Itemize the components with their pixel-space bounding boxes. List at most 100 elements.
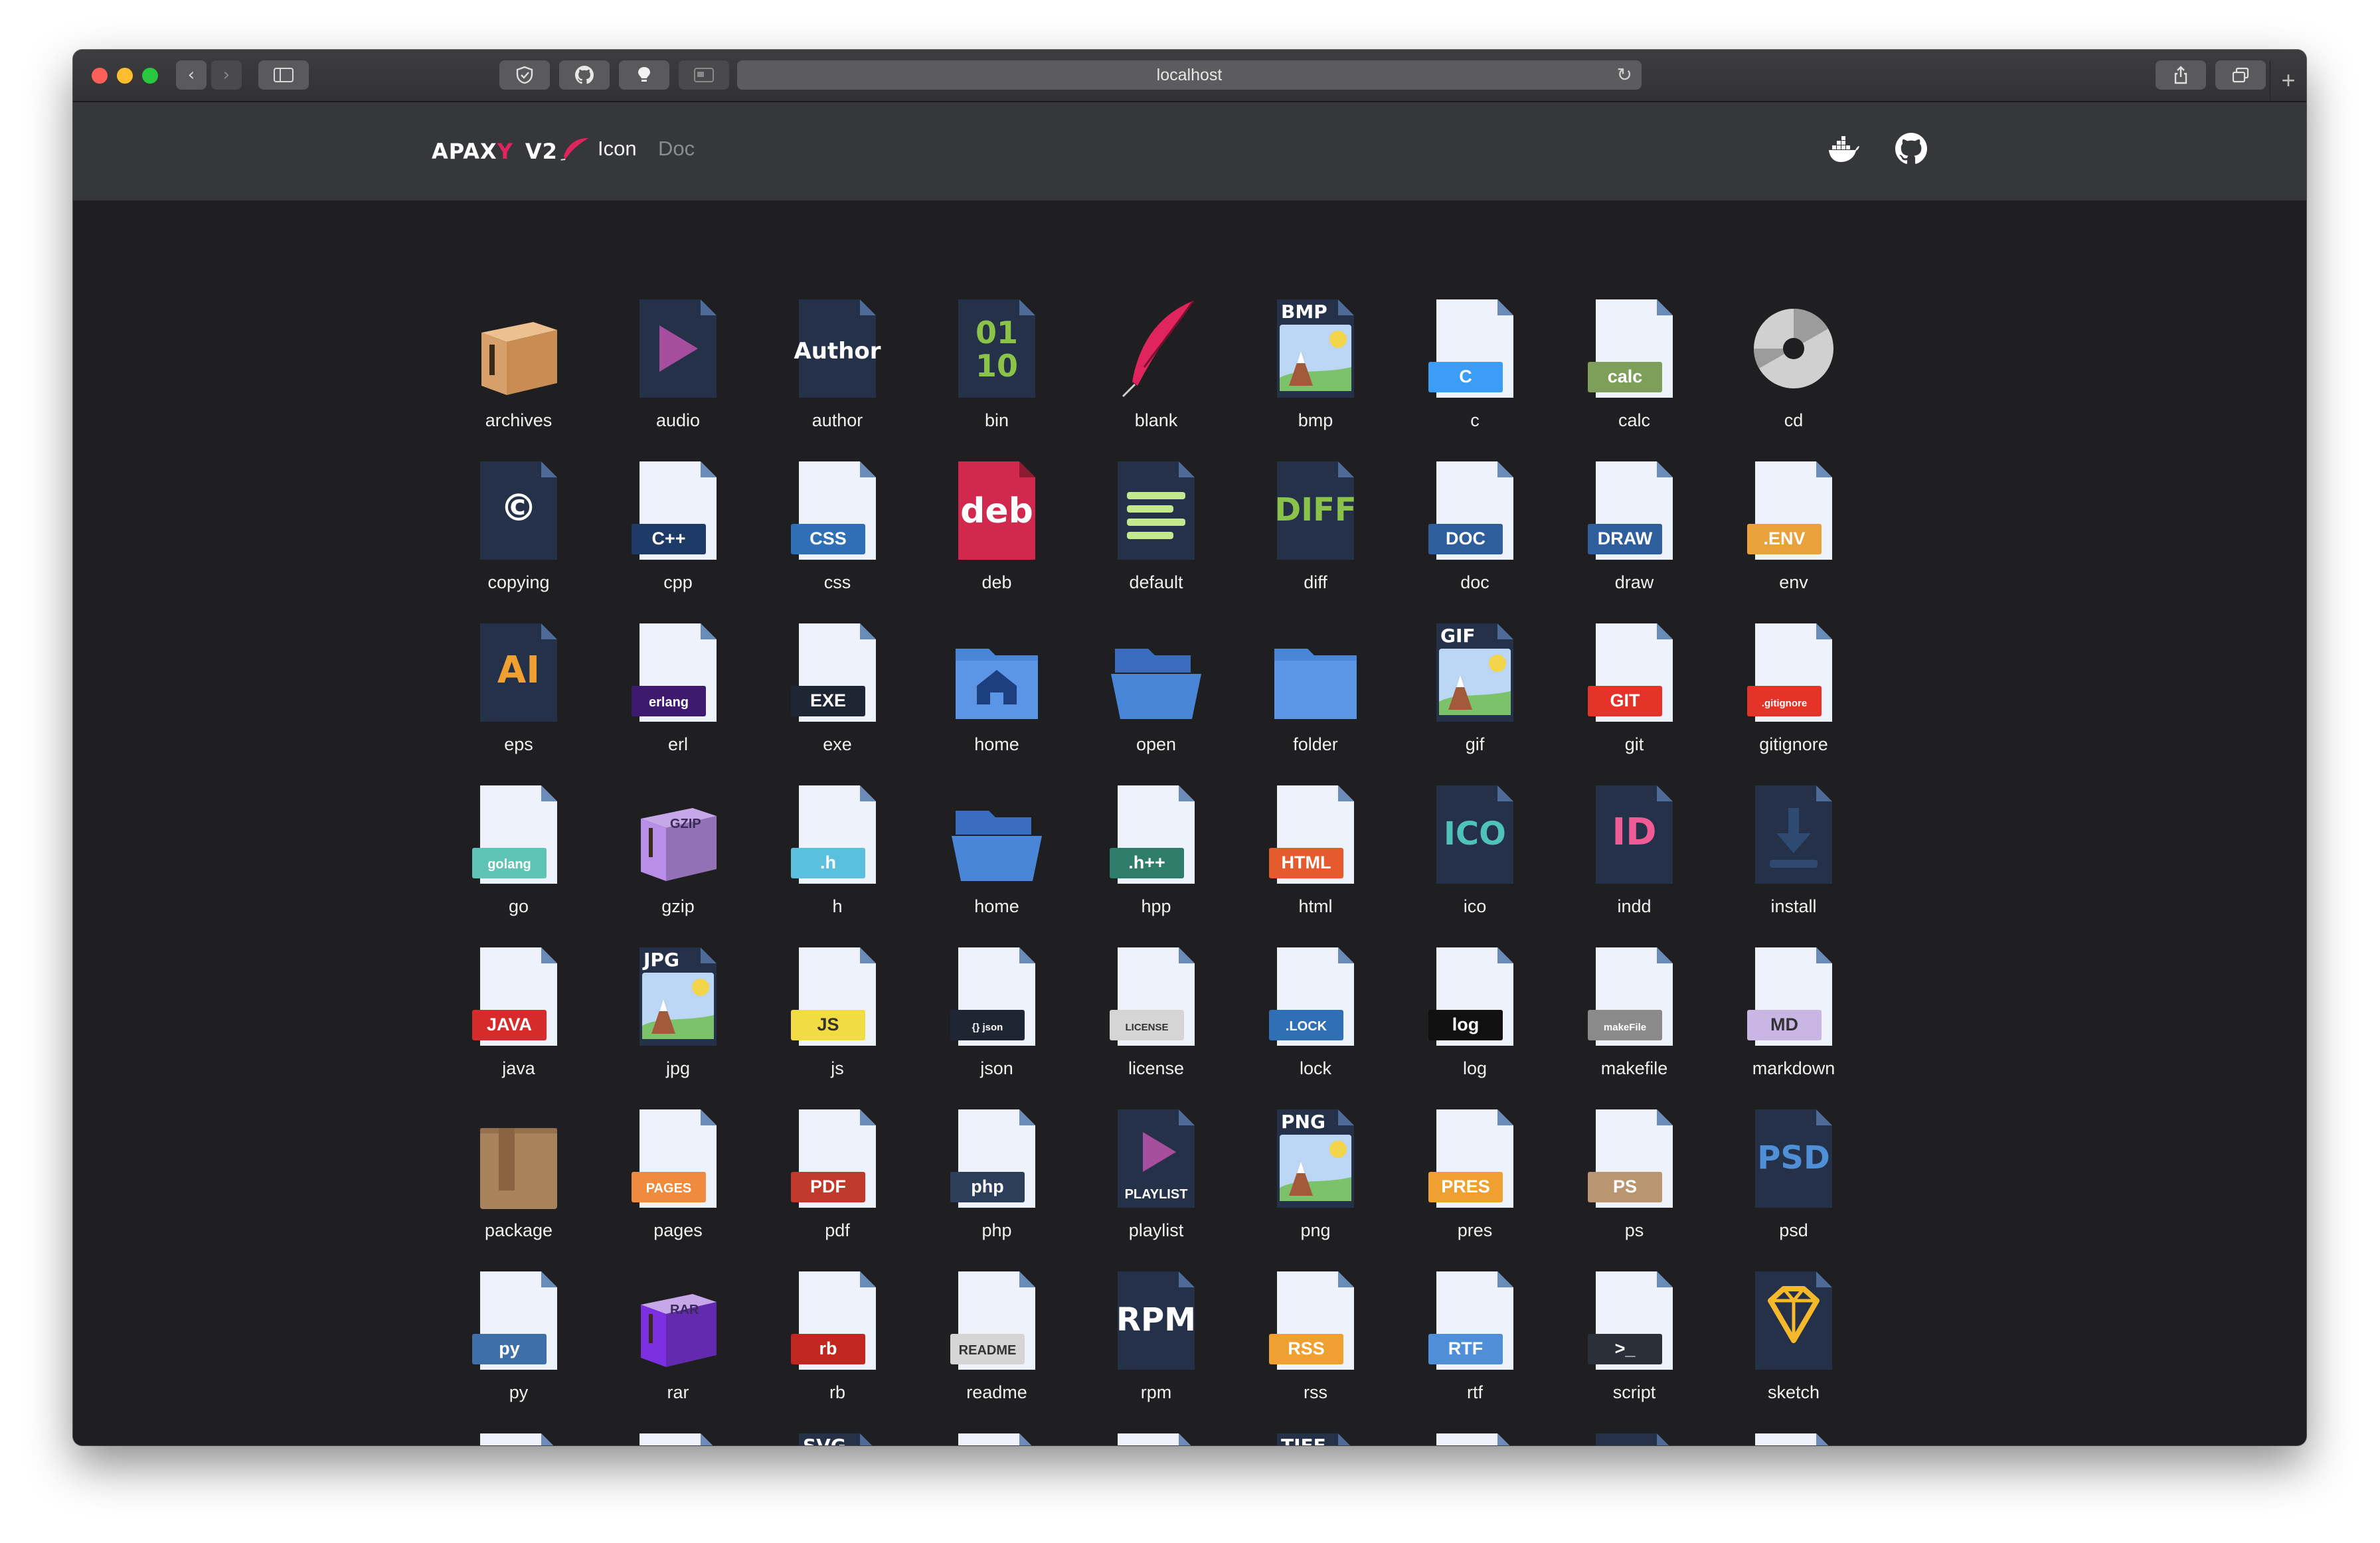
icon-tile-gif[interactable]: GIF gif xyxy=(1395,619,1528,766)
nav-doc-link[interactable]: Doc xyxy=(658,137,695,161)
tabs-overview-icon[interactable] xyxy=(2215,60,2266,90)
chevron-left-icon[interactable]: ‹ xyxy=(176,60,207,90)
close-window-button[interactable] xyxy=(92,68,108,84)
github-extension-icon[interactable] xyxy=(559,60,610,90)
svg-text:RAR: RAR xyxy=(670,1303,699,1317)
icon-tile-cd[interactable]: cd xyxy=(1714,295,1847,442)
icon-tile-hpp[interactable]: .h++ hpp xyxy=(1076,781,1209,928)
icon-tile-jpg[interactable]: JPG jpg xyxy=(598,943,731,1090)
icon-tile-more[interactable] xyxy=(1714,1429,1847,1445)
icon-tile-html[interactable]: HTML html xyxy=(1236,781,1369,928)
icon-tile-pdf[interactable]: PDF pdf xyxy=(758,1105,891,1252)
icon-tile-home[interactable]: home xyxy=(917,781,1050,928)
share-icon[interactable] xyxy=(2156,60,2206,90)
icon-label: pages xyxy=(653,1220,703,1240)
icon-tile-readme[interactable]: README readme xyxy=(917,1267,1050,1414)
icon-tile-more[interactable] xyxy=(598,1429,731,1445)
icon-tile-makefile[interactable]: makeFile makefile xyxy=(1555,943,1687,1090)
icon-tile-home[interactable]: home xyxy=(917,619,1050,766)
icon-tile-php[interactable]: php php xyxy=(917,1105,1050,1252)
icon-tile-ps[interactable]: PS ps xyxy=(1555,1105,1687,1252)
icon-tile-h[interactable]: .h h xyxy=(758,781,891,928)
icon-tile-env[interactable]: .ENV env xyxy=(1714,457,1847,604)
nav-icon-link[interactable]: Icon xyxy=(598,137,637,161)
reload-icon[interactable]: ↻ xyxy=(1617,64,1632,86)
icon-tile-ico[interactable]: ICO ico xyxy=(1395,781,1528,928)
icon-tile-js[interactable]: JS js xyxy=(758,943,891,1090)
icon-tile-package[interactable]: package xyxy=(439,1105,572,1252)
icon-label: pres xyxy=(1457,1220,1493,1240)
icon-label: archives xyxy=(485,410,552,430)
icon-tile-bin[interactable]: 01 10 bin xyxy=(917,295,1050,442)
lightbulb-icon[interactable] xyxy=(619,60,669,90)
icon-tile-rar[interactable]: RAR rar xyxy=(598,1267,731,1414)
icon-tile-pres[interactable]: PRES pres xyxy=(1395,1105,1528,1252)
minimize-window-button[interactable] xyxy=(117,68,133,84)
icon-tile-playlist[interactable]: PLAYLIST playlist xyxy=(1076,1105,1209,1252)
icon-tile-psd[interactable]: PSD psd xyxy=(1714,1105,1847,1252)
icon-tile-rtf[interactable]: RTF rtf xyxy=(1395,1267,1528,1414)
icon-tile-git[interactable]: GIT git xyxy=(1555,619,1687,766)
icon-tile-deb[interactable]: deb deb xyxy=(917,457,1050,604)
docker-icon[interactable] xyxy=(1826,133,1861,167)
icon-tile-py[interactable]: py py xyxy=(439,1267,572,1414)
icon-tile-markdown[interactable]: MD markdown xyxy=(1714,943,1847,1090)
address-bar[interactable]: localhost ↻ xyxy=(737,60,1642,90)
extension-icon[interactable] xyxy=(679,60,729,90)
icon-tile-eps[interactable]: AI eps xyxy=(439,619,572,766)
icon-tile-pages[interactable]: PAGES pages xyxy=(598,1105,731,1252)
icon-tile-default[interactable]: default xyxy=(1076,457,1209,604)
icon-tile-more[interactable] xyxy=(1076,1429,1209,1445)
icon-tile-png[interactable]: PNG png xyxy=(1236,1105,1369,1252)
icon-label: git xyxy=(1624,734,1644,754)
icon-tile-indd[interactable]: ID indd xyxy=(1555,781,1687,928)
icon-tile-install[interactable]: install xyxy=(1714,781,1847,928)
icon-tile-gzip[interactable]: GZIP gzip xyxy=(598,781,731,928)
new-tab-icon[interactable]: + xyxy=(2270,60,2306,100)
icon-tile-author[interactable]: Author author xyxy=(758,295,891,442)
icon-tile-rpm[interactable]: RPM rpm xyxy=(1076,1267,1209,1414)
icon-tile-more[interactable]: SVG xyxy=(758,1429,891,1445)
icon-tile-more[interactable] xyxy=(1395,1429,1528,1445)
icon-tile-rss[interactable]: RSS rss xyxy=(1236,1267,1369,1414)
icon-tile-diff[interactable]: DIFF diff xyxy=(1236,457,1369,604)
icon-tile-lock[interactable]: .LOCK lock xyxy=(1236,943,1369,1090)
icon-tile-audio[interactable]: audio xyxy=(598,295,731,442)
site-logo[interactable]: APAX Y V2 xyxy=(432,137,589,166)
icon-tile-folder[interactable]: folder xyxy=(1236,619,1369,766)
icon-tile-exe[interactable]: EXE exe xyxy=(758,619,891,766)
icon-tile-more[interactable] xyxy=(917,1429,1050,1445)
icon-tile-cpp[interactable]: C++ cpp xyxy=(598,457,731,604)
icon-tile-sketch[interactable]: sketch xyxy=(1714,1267,1847,1414)
icon-tile-blank[interactable]: blank xyxy=(1076,295,1209,442)
icon-tile-gitignore[interactable]: .gitignore gitignore xyxy=(1714,619,1847,766)
shield-icon[interactable] xyxy=(499,60,550,90)
icon-tile-calc[interactable]: calc calc xyxy=(1555,295,1687,442)
icon-tile-c[interactable]: Cc xyxy=(1395,295,1528,442)
icon-tile-archives[interactable]: archives xyxy=(439,295,572,442)
icon-tile-more[interactable]: ? xyxy=(1555,1429,1687,1445)
icon-tile-doc[interactable]: DOC doc xyxy=(1395,457,1528,604)
icon-tile-more[interactable] xyxy=(439,1429,572,1445)
icon-tile-log[interactable]: log log xyxy=(1395,943,1528,1090)
zoom-window-button[interactable] xyxy=(142,68,158,84)
icon-tile-rb[interactable]: rb rb xyxy=(758,1267,891,1414)
sketch-file-icon xyxy=(1755,1271,1832,1370)
icon-tile-license[interactable]: LICENSE license xyxy=(1076,943,1209,1090)
git-file-icon: GIT xyxy=(1588,623,1673,722)
icon-tile-css[interactable]: CSS css xyxy=(758,457,891,604)
chevron-right-icon[interactable]: › xyxy=(211,60,242,90)
icon-tile-more[interactable]: TIFF xyxy=(1236,1429,1369,1445)
icon-tile-draw[interactable]: DRAW draw xyxy=(1555,457,1687,604)
icon-tile-go[interactable]: golang go xyxy=(439,781,572,928)
icon-tile-json[interactable]: {} json json xyxy=(917,943,1050,1090)
icon-tile-script[interactable]: >_ script xyxy=(1555,1267,1687,1414)
github-icon[interactable] xyxy=(1895,133,1930,167)
env-file-icon: .ENV xyxy=(1747,461,1832,560)
icon-tile-java[interactable]: JAVA java xyxy=(439,943,572,1090)
icon-tile-open[interactable]: open xyxy=(1076,619,1209,766)
icon-tile-bmp[interactable]: BMP bmp xyxy=(1236,295,1369,442)
icon-tile-copying[interactable]: © copying xyxy=(439,457,572,604)
icon-tile-erl[interactable]: erlang erl xyxy=(598,619,731,766)
sidebar-toggle-icon[interactable] xyxy=(258,60,309,90)
